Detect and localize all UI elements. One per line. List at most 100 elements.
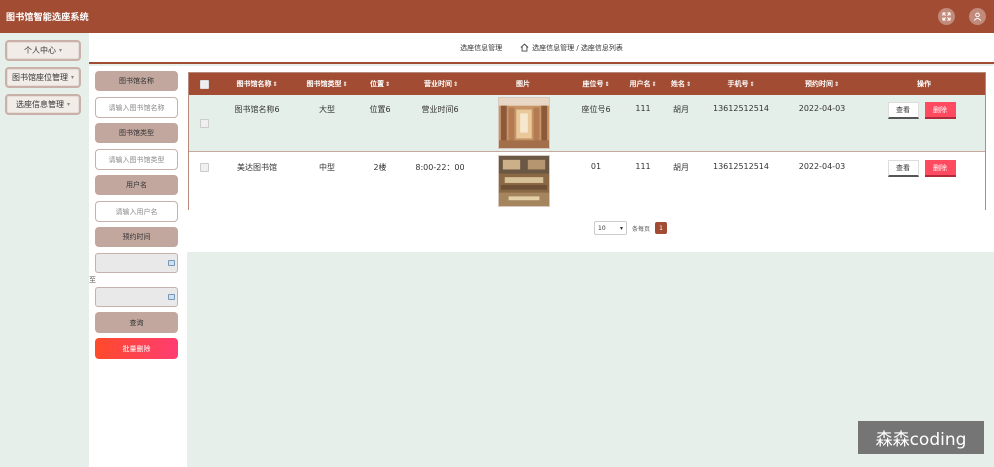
- column-header-reserve-time[interactable]: 预约时间 ⇕: [787, 73, 857, 95]
- view-button-wrap: 查看: [887, 95, 919, 151]
- cell-location: 位置6: [369, 105, 391, 114]
- sort-icon[interactable]: ⇕: [272, 81, 277, 88]
- cell-seat: 座位号6: [581, 105, 611, 114]
- chevron-down-icon: ▾: [619, 224, 623, 232]
- per-page-label: 条每页: [632, 225, 651, 233]
- range-separator: 至: [89, 276, 96, 284]
- cell-reserve-time: 2022-04-03: [798, 162, 846, 171]
- reservation-table: 图书馆名称 ⇕ 图书馆类型 ⇕ 位置 ⇕ 营业时间 ⇕ 图片 座位号 ⇕ 用户名 ⇕ 姓名 ⇕…: [188, 72, 986, 210]
- username-label: 用户名: [95, 175, 178, 195]
- username-input[interactable]: 请输入用户名: [95, 201, 178, 222]
- page-number-button[interactable]: 1: [655, 222, 668, 234]
- select-all-checkbox[interactable]: [198, 73, 210, 95]
- column-header-hours[interactable]: 营业时间 ⇕: [411, 73, 471, 95]
- delete-button[interactable]: 删除: [924, 102, 956, 119]
- column-header-image: 图片: [501, 73, 545, 95]
- search-panel: 图书馆名称 请输入图书馆名称 图书馆类型 请输入图书馆类型 用户名 请输入用户名…: [89, 66, 187, 467]
- sidebar: 个人中心 ▾ 图书馆座位管理 ▾ 选座信息管理 ▾: [0, 33, 89, 467]
- header-icons: [938, 8, 986, 25]
- header-label: 营业时间: [423, 80, 452, 88]
- chevron-down-icon: ▾: [70, 74, 74, 81]
- sidebar-item-label: 选座信息管理: [15, 100, 64, 109]
- column-header-location[interactable]: 位置 ⇕: [362, 73, 398, 95]
- cell-library-name: 美达图书馆: [237, 163, 277, 172]
- cell-phone: 13612512514: [713, 104, 769, 113]
- library-name-input[interactable]: 请输入图书馆名称: [95, 97, 178, 118]
- breadcrumb: 选座信息管理 选座信息管理 / 选座信息列表: [89, 33, 994, 64]
- view-button[interactable]: 查看: [887, 102, 919, 119]
- page-size-value: 10: [598, 224, 606, 232]
- app-title: 图书馆智能选座系统: [6, 13, 89, 23]
- sort-icon[interactable]: ⇕: [385, 81, 390, 88]
- chevron-down-icon: ▾: [58, 47, 62, 54]
- sort-icon[interactable]: ⇕: [834, 81, 839, 88]
- watermark: 森森coding: [858, 421, 984, 454]
- row-checkbox[interactable]: [198, 153, 210, 210]
- delete-button[interactable]: 删除: [924, 160, 956, 177]
- breadcrumb-trail: 选座信息管理 / 选座信息列表: [532, 43, 623, 52]
- cell-reserve-time: 2022-04-03: [798, 104, 846, 113]
- breadcrumb-section: 选座信息管理: [460, 43, 503, 52]
- column-header-seat[interactable]: 座位号 ⇕: [572, 73, 620, 95]
- fullscreen-icon[interactable]: [938, 8, 955, 25]
- home-icon[interactable]: [520, 43, 529, 52]
- chevron-down-icon: ▾: [66, 101, 70, 108]
- row-checkbox[interactable]: [198, 95, 210, 151]
- sort-icon[interactable]: ⇕: [651, 81, 656, 88]
- calendar-icon[interactable]: [168, 260, 175, 266]
- cell-name: 胡月: [673, 105, 689, 114]
- batch-delete-button[interactable]: 批量删除: [95, 338, 178, 359]
- library-type-label: 图书馆类型: [95, 123, 178, 143]
- page-size-select[interactable]: 10 ▾: [594, 221, 627, 235]
- main-content: 图书馆名称 ⇕ 图书馆类型 ⇕ 位置 ⇕ 营业时间 ⇕ 图片 座位号 ⇕ 用户名 ⇕ 姓名 ⇕…: [187, 66, 994, 252]
- sort-icon[interactable]: ⇕: [749, 81, 754, 88]
- user-avatar-icon[interactable]: [969, 8, 986, 25]
- library-type-input[interactable]: 请输入图书馆类型: [95, 149, 178, 170]
- reserve-end-date-input[interactable]: [95, 287, 178, 307]
- library-hall-image[interactable]: [498, 97, 550, 149]
- calendar-icon[interactable]: [168, 294, 175, 300]
- sidebar-item-seat-management[interactable]: 图书馆座位管理 ▾: [5, 67, 81, 88]
- query-button[interactable]: 查询: [95, 312, 178, 333]
- column-header-name[interactable]: 姓名 ⇕: [665, 73, 697, 95]
- column-header-library-type[interactable]: 图书馆类型 ⇕: [297, 73, 357, 95]
- cell-library-type: 大型: [319, 105, 335, 114]
- sidebar-item-personal-center[interactable]: 个人中心 ▾: [5, 40, 81, 61]
- cell-library-name: 图书馆名称6: [234, 105, 280, 114]
- header-label: 图书馆名称: [236, 80, 272, 88]
- reserve-time-label: 预约时间: [95, 227, 178, 247]
- cell-username: 111: [635, 104, 651, 113]
- sidebar-item-reservation-management[interactable]: 选座信息管理 ▾: [5, 94, 81, 115]
- header-label: 用户名: [629, 80, 651, 88]
- breadcrumb-path: 选座信息管理 / 选座信息列表: [520, 43, 623, 53]
- reading-room-image[interactable]: [498, 155, 550, 207]
- cell-phone: 13612512514: [713, 162, 769, 171]
- view-button[interactable]: 查看: [887, 160, 919, 177]
- pagination: 10 ▾ 条每页 1: [594, 221, 668, 235]
- header-label: 位置: [369, 80, 384, 88]
- cell-seat: 01: [590, 162, 602, 171]
- checkbox-icon: [199, 79, 209, 89]
- top-bar: 图书馆智能选座系统: [0, 0, 994, 33]
- sidebar-item-label: 图书馆座位管理: [11, 73, 68, 82]
- column-header-phone[interactable]: 手机号 ⇕: [711, 73, 771, 95]
- header-label: 手机号: [727, 80, 749, 88]
- sort-icon[interactable]: ⇕: [686, 81, 691, 88]
- table-row: 图书馆名称6 大型 位置6 营业时间6 座位号6 111 胡月 13612512…: [189, 95, 985, 152]
- cell-hours: 8:00-22：00: [415, 163, 465, 172]
- sort-icon[interactable]: ⇕: [453, 81, 458, 88]
- header-label: 图片: [516, 80, 530, 88]
- table-row: 美达图书馆 中型 2楼 8:00-22：00 01 111 胡月 1361251…: [189, 153, 985, 210]
- checkbox-icon: [199, 163, 209, 172]
- cell-location: 2楼: [373, 163, 387, 172]
- sort-icon[interactable]: ⇕: [342, 81, 347, 88]
- header-label: 座位号: [582, 80, 604, 88]
- cell-library-type: 中型: [319, 163, 335, 172]
- library-name-label: 图书馆名称: [95, 71, 178, 91]
- column-header-username[interactable]: 用户名 ⇕: [621, 73, 665, 95]
- header-label: 姓名: [670, 80, 685, 88]
- reserve-start-date-input[interactable]: [95, 253, 178, 273]
- header-label: 预约时间: [804, 80, 833, 88]
- column-header-library-name[interactable]: 图书馆名称 ⇕: [227, 73, 287, 95]
- sort-icon[interactable]: ⇕: [604, 81, 609, 88]
